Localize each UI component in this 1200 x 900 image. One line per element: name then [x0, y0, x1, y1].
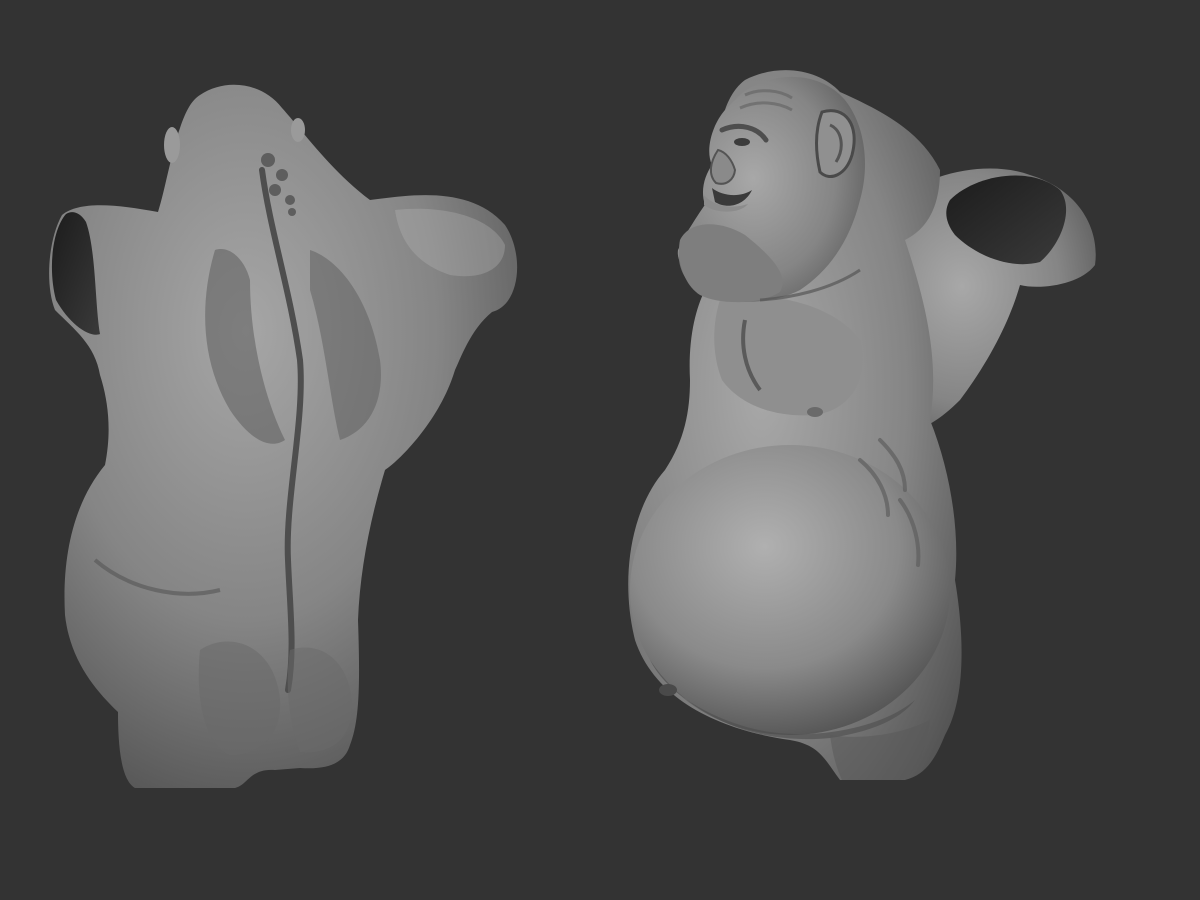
navel	[659, 684, 677, 696]
sculpt-viewport[interactable]	[0, 0, 1200, 900]
ear-right	[291, 118, 305, 142]
ear-left	[164, 127, 180, 163]
torso-back-view[interactable]	[49, 84, 518, 788]
viewport-canvas	[49, 70, 1096, 788]
eye	[734, 138, 750, 146]
belly	[630, 445, 950, 735]
torso-front-view[interactable]	[628, 70, 1096, 780]
nipple	[807, 407, 823, 417]
